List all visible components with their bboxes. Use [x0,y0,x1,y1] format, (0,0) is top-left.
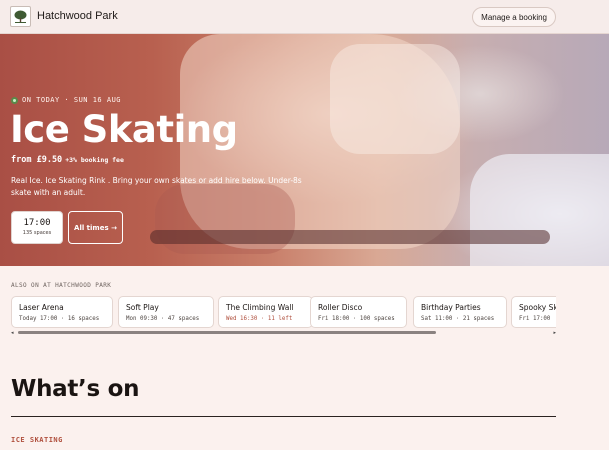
scrollbar-thumb[interactable] [18,331,436,334]
on-today-text: ON TODAY · SUN 16 AUG [22,96,122,104]
event-card[interactable]: Birthday Parties Sat 11:00 · 21 spaces [413,296,507,328]
event-card[interactable]: Roller Disco Fri 18:00 · 100 spaces [310,296,407,328]
event-card-detail: Fri 17:00 [519,316,551,322]
all-times-button[interactable]: All times → [68,211,123,244]
event-card-detail: Wed 16:30 · 11 left [226,316,293,322]
price-text: from £9.50 [11,155,63,165]
event-card-name: Roller Disco [318,303,363,312]
scroll-right-arrow-icon[interactable]: ▸ [553,331,556,336]
event-title: Ice Skating [10,108,238,151]
event-card[interactable]: Soft Play Mon 09:30 · 47 spaces [118,296,214,328]
event-card-name: Laser Arena [19,303,64,312]
manage-booking-button[interactable]: Manage a booking [472,7,556,27]
time-slot-time: 17:00 [23,218,51,228]
event-card[interactable]: Laser Arena Today 17:00 · 16 spaces [11,296,113,328]
site-header: Hatchwood Park Manage a booking [0,0,609,34]
event-card-detail: Mon 09:30 · 47 spaces [126,316,200,322]
event-price: from £9.50 +3% booking fee [11,155,124,165]
event-card-name: Spooky Sk [519,303,556,312]
scroll-left-arrow-icon[interactable]: ◂ [11,331,14,336]
event-description: Real Ice. Ice Skating Rink . Bring your … [11,176,302,197]
booking-fee-text: +3% booking fee [65,156,124,164]
also-on-label: ALSO ON AT HATCHWOOD PARK [11,282,112,289]
event-card-name: The Climbing Wall [226,303,294,312]
whats-on-heading: What’s on [11,376,140,402]
ice-skating-section-label: ICE SKATING [11,436,63,444]
time-slot-spaces: 135 spaces [22,230,52,236]
live-dot-icon [11,96,18,104]
event-card-detail: Fri 18:00 · 100 spaces [318,316,395,322]
event-card[interactable]: The Climbing Wall Wed 16:30 · 11 left [218,296,313,328]
event-card-detail: Today 17:00 · 16 spaces [19,316,100,322]
event-card-name: Birthday Parties [421,303,481,312]
event-card[interactable]: Spooky Sk Fri 17:00 [511,296,556,328]
event-card-detail: Sat 11:00 · 21 spaces [421,316,495,322]
section-divider [11,416,556,417]
on-today-badge: ON TODAY · SUN 16 AUG [11,96,121,104]
event-card-name: Soft Play [126,303,159,312]
time-slot-button[interactable]: 17:00 135 spaces [11,211,63,244]
tree-icon [14,10,27,23]
site-name[interactable]: Hatchwood Park [37,10,118,22]
carousel-scrollbar[interactable]: ◂ ▸ [11,331,556,336]
also-on-carousel[interactable]: Laser Arena Today 17:00 · 16 spaces Soft… [11,296,556,328]
site-logo[interactable] [10,6,31,27]
